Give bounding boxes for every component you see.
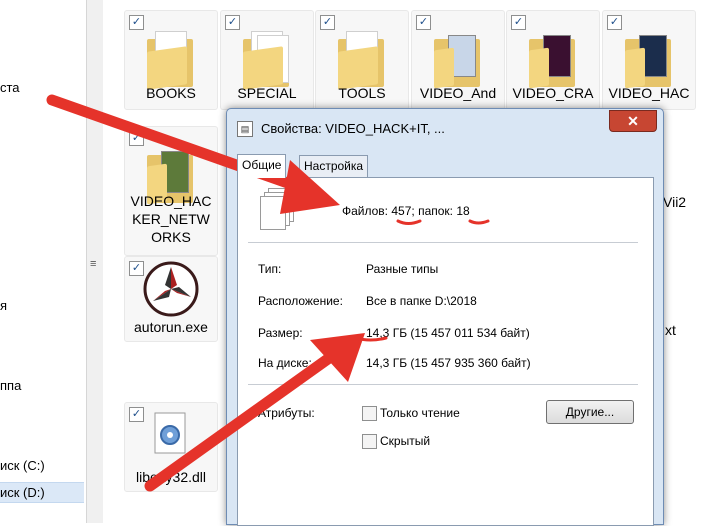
hidden-checkbox[interactable] [362,434,377,449]
type-label: Тип: [258,262,282,276]
size-on-disk-label: На диске: [258,356,312,370]
folder-video-and[interactable]: ✓ VIDEO_And [411,10,505,110]
file-libeay[interactable]: ✓ libeay32.dll [124,402,218,492]
files-folders-count: Файлов: 457; папок: 18 [342,204,470,218]
nav-item-3[interactable]: ппа [0,378,21,393]
attributes-label: Атрибуты: [258,406,315,420]
close-button[interactable]: ✕ [609,110,657,132]
folder-name: VIDEO_CRA [512,85,594,101]
multiple-files-icon [260,188,296,232]
location-label: Расположение: [258,294,343,308]
folder-name: VIDEO_HAC [608,85,690,101]
folder-tools[interactable]: ✓ TOOLS [315,10,409,110]
folder-name: TOOLS [338,85,386,101]
checkbox-icon[interactable]: ✓ [511,15,526,30]
folder-video-hacker-networks[interactable]: ✓ VIDEO_HAC KER_NETW ORKS [124,126,218,256]
dll-gear-icon [154,412,186,454]
size-label: Размер: [258,326,303,340]
other-attributes-button[interactable]: Другие... [546,400,634,424]
folder-video-hac[interactable]: ✓ VIDEO_HAC [602,10,696,110]
folder-icon [147,31,193,90]
navigation-pane: ста я ппа иск (C:) иск (D:) [0,0,86,523]
dialog-titlebar[interactable]: ▤ Свойства: VIDEO_HACK+IT, ... ✕ [227,109,663,145]
properties-dialog: ▤ Свойства: VIDEO_HACK+IT, ... ✕ Общие Н… [226,108,664,526]
folder-icon [625,31,671,89]
dialog-title: Свойства: VIDEO_HACK+IT, ... [261,121,445,136]
folder-name-line3: ORKS [151,229,191,245]
checkbox-icon[interactable]: ✓ [129,407,144,422]
folder-icon [243,31,289,90]
folder-name-line1: VIDEO_HAC [130,193,212,209]
folder-name: VIDEO_And [419,85,497,101]
size-value: 14,3 ГБ (15 457 011 534 байт) [366,326,530,340]
checkbox-icon[interactable]: ✓ [607,15,622,30]
folder-books[interactable]: ✓ BOOKS [124,10,218,110]
folder-name: BOOKS [146,85,196,101]
partial-filename-right: Vii2 [663,194,687,210]
separator [248,242,638,243]
folder-icon [338,31,384,90]
separator [248,384,638,385]
autorun-icon [143,261,199,317]
folders-count: 18 [456,204,470,218]
nav-item-drive-d[interactable]: иск (D:) [0,482,84,503]
general-tab-panel: Файлов: 457; папок: 18 Тип: Разные типы … [237,177,654,526]
readonly-label: Только чтение [380,406,460,420]
checkbox-icon[interactable]: ✓ [225,15,240,30]
nav-item-drive-c[interactable]: иск (C:) [0,458,45,473]
folder-icon [529,31,575,89]
tab-settings[interactable]: Настройка [299,155,369,177]
checkbox-icon[interactable]: ✓ [416,15,431,30]
splitter-grip-icon: ≡ [90,258,97,270]
nav-item-2[interactable]: я [0,298,7,313]
checkbox-icon[interactable]: ✓ [129,131,144,146]
folder-name-line2: KER_NETW [132,211,210,227]
partial-filename-right-2: xt [665,322,676,338]
checkbox-icon[interactable]: ✓ [320,15,335,30]
type-value: Разные типы [366,262,439,276]
readonly-checkbox[interactable] [362,406,377,421]
size-on-disk-value: 14,3 ГБ (15 457 935 360 байт) [366,356,531,370]
hidden-label: Скрытый [380,434,431,448]
properties-icon: ▤ [237,121,253,137]
folder-video-cra[interactable]: ✓ VIDEO_CRA [506,10,600,110]
checkbox-icon[interactable]: ✓ [129,15,144,30]
files-label: Файлов: [342,204,389,218]
folders-label: ; папок: [411,204,454,218]
tab-general[interactable]: Общие [237,154,287,178]
location-value: Все в папке D:\2018 [366,294,477,308]
nav-item-1[interactable]: ста [0,80,20,95]
file-autorun[interactable]: ✓ autorun.exe [124,256,218,342]
folder-name: SPECIAL [237,85,297,101]
file-name: libeay32.dll [135,469,207,485]
folder-special[interactable]: ✓ SPECIAL [220,10,314,110]
files-count: 457 [391,204,412,218]
file-name: autorun.exe [134,319,208,335]
folder-icon [434,31,480,89]
pane-splitter[interactable]: ≡ [86,0,104,523]
